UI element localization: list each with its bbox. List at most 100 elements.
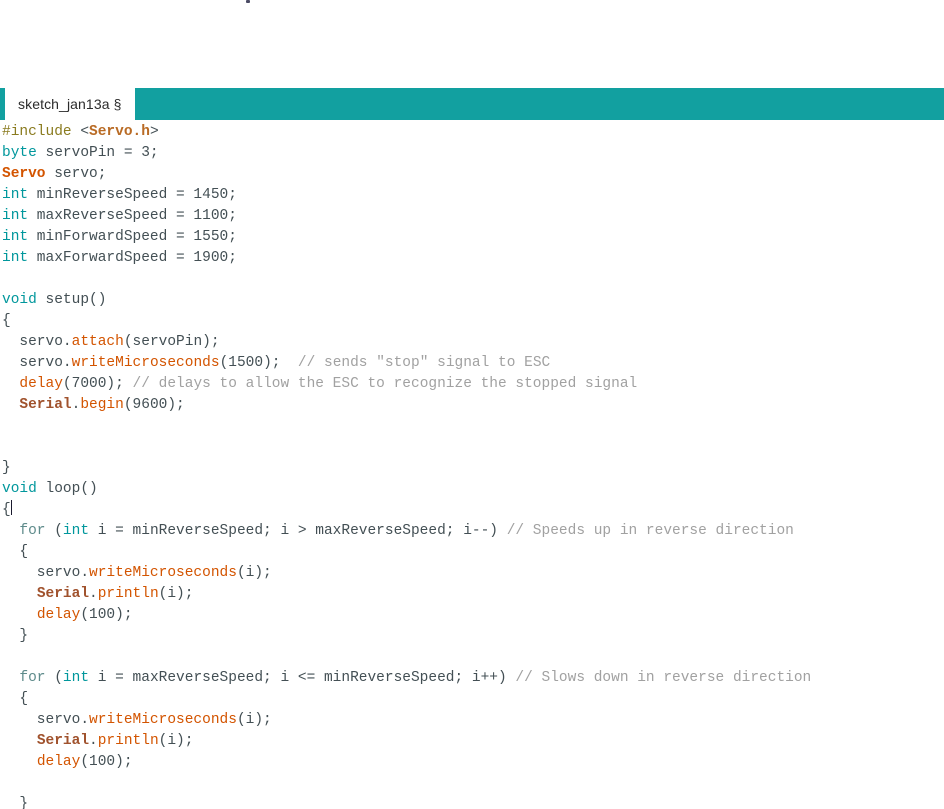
code-line[interactable]: int maxForwardSpeed = 1900; — [0, 248, 944, 269]
token-type: void — [2, 292, 37, 308]
token-preprocessor: #include — [2, 124, 72, 140]
code-line[interactable]: int minForwardSpeed = 1550; — [0, 227, 944, 248]
code-line[interactable]: byte servoPin = 3; — [0, 143, 944, 164]
code-line[interactable]: void setup() — [0, 290, 944, 311]
token-plain: (1500); — [219, 355, 298, 371]
token-class: Servo — [2, 166, 46, 182]
code-line[interactable]: for (int i = maxReverseSpeed; i <= minRe… — [0, 668, 944, 689]
token-plain: loop() — [36, 481, 98, 497]
token-serial-object: Serial — [19, 397, 72, 413]
code-line[interactable]: Serial.println(i); — [0, 584, 944, 605]
token-type: int — [2, 187, 29, 203]
tab-sketch-jan13a[interactable]: sketch_jan13a § — [0, 88, 136, 120]
token-plain: servo. — [2, 712, 90, 728]
token-serial-object: Serial — [36, 586, 90, 602]
code-line-blank[interactable] — [0, 437, 944, 458]
token-plain: { — [2, 502, 11, 518]
code-line[interactable]: int maxReverseSpeed = 1100; — [0, 206, 944, 227]
code-line[interactable]: { — [0, 542, 944, 563]
code-line[interactable]: { — [0, 311, 944, 332]
code-line[interactable]: delay(7000); // delays to allow the ESC … — [0, 374, 944, 395]
token-function: println — [97, 733, 159, 749]
token-type: int — [62, 670, 90, 686]
token-plain: (7000); — [62, 376, 133, 392]
token-comment: // Slows down in reverse direction — [515, 670, 812, 686]
cut-off-glyph-speck — [246, 0, 250, 3]
token-plain: (100); — [80, 754, 133, 770]
token-function: writeMicroseconds — [89, 712, 237, 728]
token-plain: setup() — [36, 292, 107, 308]
token-function: delay — [19, 376, 63, 392]
code-line[interactable]: void loop() — [0, 479, 944, 500]
token-function: writeMicroseconds — [89, 565, 237, 581]
token-type: int — [2, 208, 29, 224]
token-plain: (100); — [80, 607, 133, 623]
token-type: int — [2, 229, 29, 245]
code-line[interactable]: int minReverseSpeed = 1450; — [0, 185, 944, 206]
token-keyword: for — [19, 670, 46, 686]
token-function: begin — [80, 397, 124, 413]
token-plain: < — [71, 124, 90, 140]
token-plain: minReverseSpeed = 1450; — [28, 187, 237, 203]
token-plain: ( — [45, 670, 63, 686]
code-line[interactable]: servo.writeMicroseconds(i); — [0, 710, 944, 731]
code-line[interactable]: delay(100); — [0, 605, 944, 626]
code-line-blank[interactable] — [0, 269, 944, 290]
code-line[interactable]: servo.attach(servoPin); — [0, 332, 944, 353]
code-line[interactable]: { — [0, 689, 944, 710]
token-function: delay — [36, 607, 81, 623]
token-plain: servoPin = 3; — [36, 145, 159, 161]
code-line[interactable]: Servo servo; — [0, 164, 944, 185]
token-plain: . — [89, 733, 98, 749]
token-plain: } — [2, 796, 29, 809]
token-plain: minForwardSpeed = 1550; — [28, 229, 237, 245]
token-plain: (i); — [158, 586, 194, 602]
token-plain: maxReverseSpeed = 1100; — [28, 208, 237, 224]
token-type: int — [2, 250, 29, 266]
token-plain: i = maxReverseSpeed; i <= minReverseSpee… — [89, 670, 516, 686]
editor-tab-bar: sketch_jan13a § — [0, 88, 944, 120]
token-plain: servo; — [45, 166, 107, 182]
code-line[interactable]: } — [0, 794, 944, 809]
code-line[interactable]: } — [0, 458, 944, 479]
token-plain: > — [149, 124, 159, 140]
token-plain: servo. — [2, 334, 72, 350]
code-line[interactable]: } — [0, 626, 944, 647]
token-plain: servo. — [2, 355, 72, 371]
token-plain: (i); — [158, 733, 194, 749]
code-line-blank[interactable] — [0, 647, 944, 668]
tab-active-accent-bar — [0, 88, 5, 120]
code-line[interactable]: #include <Servo.h> — [0, 122, 944, 143]
token-plain: i = minReverseSpeed; i > maxReverseSpeed… — [89, 523, 507, 539]
token-plain: (i); — [236, 712, 272, 728]
code-line[interactable]: delay(100); — [0, 752, 944, 773]
token-keyword: for — [19, 523, 46, 539]
token-comment: // Speeds up in reverse direction — [506, 523, 794, 539]
token-plain: { — [2, 313, 11, 329]
token-plain: ( — [45, 523, 63, 539]
token-type: void — [2, 481, 37, 497]
token-plain: . — [89, 586, 98, 602]
code-line[interactable]: servo.writeMicroseconds(1500); // sends … — [0, 353, 944, 374]
code-line[interactable]: servo.writeMicroseconds(i); — [0, 563, 944, 584]
token-plain: maxForwardSpeed = 1900; — [28, 250, 237, 266]
token-plain: (servoPin); — [123, 334, 220, 350]
code-line[interactable]: for (int i = minReverseSpeed; i > maxRev… — [0, 521, 944, 542]
token-type: byte — [2, 145, 37, 161]
code-line[interactable]: Serial.println(i); — [0, 731, 944, 752]
code-editor-area[interactable]: #include <Servo.h> byte servoPin = 3; Se… — [0, 122, 944, 809]
code-line-blank[interactable] — [0, 416, 944, 437]
token-comment: // sends "stop" signal to ESC — [297, 355, 551, 371]
tab-label: sketch_jan13a § — [18, 96, 122, 112]
token-serial-object: Serial — [36, 733, 90, 749]
code-line-with-caret[interactable]: { — [0, 500, 944, 521]
token-plain: } — [2, 460, 11, 476]
token-function: println — [97, 586, 159, 602]
code-line-blank[interactable] — [0, 773, 944, 794]
code-line[interactable]: Serial.begin(9600); — [0, 395, 944, 416]
